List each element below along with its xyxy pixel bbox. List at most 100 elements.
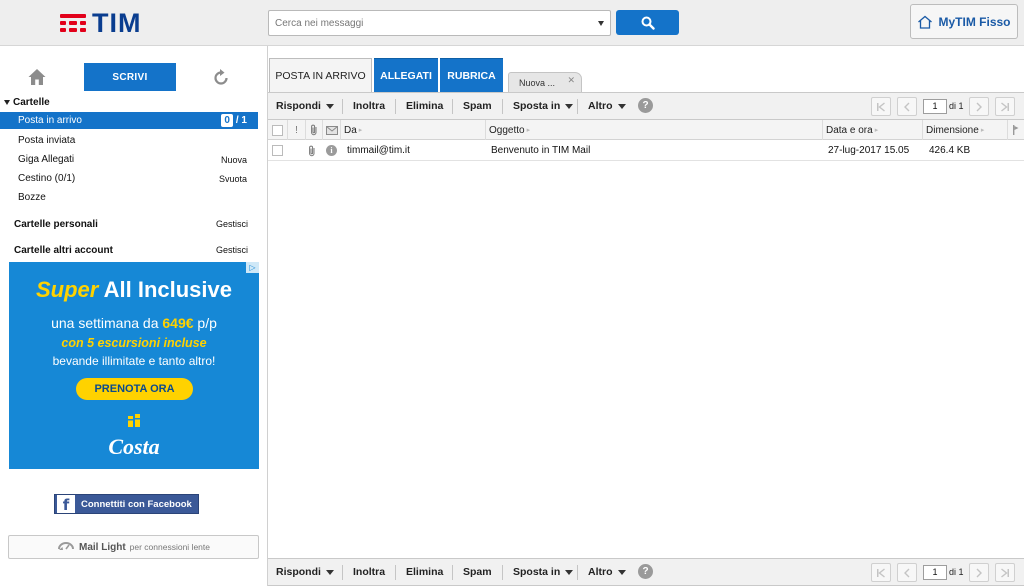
first-page-button[interactable] xyxy=(871,97,891,116)
adchoices-icon[interactable]: ▷ xyxy=(246,262,259,273)
read-status-column[interactable] xyxy=(323,120,341,140)
search-button[interactable] xyxy=(616,10,679,35)
move-to-button[interactable]: Sposta in xyxy=(513,559,574,585)
next-page-button[interactable] xyxy=(969,97,989,116)
personal-folders-label[interactable]: Cartelle personali xyxy=(14,219,98,230)
compose-button[interactable]: SCRIVI xyxy=(84,63,176,91)
spam-button[interactable]: Spam xyxy=(463,559,492,585)
reply-label: Rispondi xyxy=(276,566,321,578)
first-page-icon xyxy=(877,567,885,578)
mytim-fisso-button[interactable]: MyTIM Fisso xyxy=(910,4,1018,39)
forward-button[interactable]: Inoltra xyxy=(353,559,385,585)
previous-page-button[interactable] xyxy=(897,563,917,582)
page-total: di 1 xyxy=(949,567,964,577)
reply-button[interactable]: Rispondi xyxy=(276,93,334,119)
forward-button[interactable]: Inoltra xyxy=(353,93,385,119)
size-column-header[interactable]: Dimensione ▸ xyxy=(923,120,1008,140)
reply-dropdown-caret-icon[interactable] xyxy=(325,103,334,109)
mail-light-button[interactable]: Mail Light per connessioni lente xyxy=(8,535,259,559)
folder-trash[interactable]: Cestino (0/1) Svuota xyxy=(0,170,258,187)
costa-ad-banner[interactable]: ▷ Super All Inclusive una settimana da 6… xyxy=(9,262,259,469)
toolbar-divider xyxy=(452,565,453,580)
more-label: Altro xyxy=(588,100,613,112)
toolbar-divider xyxy=(395,99,396,114)
move-dropdown-caret-icon xyxy=(565,569,574,575)
facebook-connect-label: Connettiti con Facebook xyxy=(81,498,192,510)
search-box[interactable] xyxy=(268,10,611,36)
reply-label: Rispondi xyxy=(276,100,321,112)
info-icon[interactable]: i xyxy=(326,145,337,156)
refresh-icon[interactable] xyxy=(211,68,231,88)
low-speed-icon xyxy=(57,542,74,550)
more-label: Altro xyxy=(588,566,613,578)
reply-button[interactable]: Rispondi xyxy=(276,559,334,585)
attachment-column[interactable] xyxy=(306,120,323,140)
tab-attachments[interactable]: ALLEGATI xyxy=(374,58,438,92)
reply-dropdown-caret-icon[interactable] xyxy=(325,569,334,575)
toolbar-divider xyxy=(502,565,503,580)
close-tab-icon[interactable]: ✕ xyxy=(567,75,575,86)
help-icon[interactable]: ? xyxy=(638,564,653,579)
next-page-button[interactable] xyxy=(969,563,989,582)
facebook-connect-button[interactable]: f Connettiti con Facebook xyxy=(54,494,199,514)
paperclip-icon xyxy=(309,145,315,156)
top-header: TIM MyTIM Fisso xyxy=(0,0,1024,46)
delete-button[interactable]: Elimina xyxy=(406,93,443,119)
folder-drafts[interactable]: Bozze xyxy=(0,189,258,206)
delete-button[interactable]: Elimina xyxy=(406,559,443,585)
more-actions-button[interactable]: Altro xyxy=(588,559,626,585)
page-number-input[interactable]: 1 xyxy=(923,565,947,580)
tim-logo[interactable]: TIM xyxy=(58,8,142,38)
next-page-icon xyxy=(976,102,982,111)
tab-new-message-label: Nuova ... xyxy=(519,77,556,88)
folders-title: Cartelle xyxy=(13,97,50,108)
date-column-header[interactable]: Data e ora ▸ xyxy=(823,120,923,140)
message-date: 27-lug-2017 15.05 xyxy=(828,145,910,156)
priority-column[interactable]: ! xyxy=(288,120,306,140)
folder-sent[interactable]: Posta inviata xyxy=(0,132,258,149)
date-column-label: Data e ora xyxy=(826,124,873,136)
spam-button[interactable]: Spam xyxy=(463,93,492,119)
mail-light-subtitle: per connessioni lente xyxy=(129,542,210,552)
ad-book-now-button[interactable]: PRENOTA ORA xyxy=(76,378,193,400)
unread-count: 0 xyxy=(221,114,233,127)
webmail-app: TIM MyTIM Fisso SCRIVI xyxy=(0,0,1024,586)
home-icon[interactable] xyxy=(27,67,47,87)
folder-inbox[interactable]: Posta in arrivo 0 / 1 xyxy=(0,112,258,129)
move-to-button[interactable]: Sposta in xyxy=(513,93,574,119)
more-actions-button[interactable]: Altro xyxy=(588,93,626,119)
page-total: di 1 xyxy=(949,101,964,111)
folders-section-toggle[interactable]: Cartelle xyxy=(4,97,50,108)
folder-giga-attachments[interactable]: Giga Allegati Nuova xyxy=(0,151,258,168)
message-row[interactable]: i timmail@tim.it Benvenuto in TIM Mail 2… xyxy=(268,140,1024,161)
search-icon xyxy=(641,16,655,30)
tab-inbox[interactable]: POSTA IN ARRIVO xyxy=(269,58,372,93)
manage-other-accounts-link[interactable]: Gestisci xyxy=(216,245,248,256)
toolbar-divider xyxy=(395,565,396,580)
last-page-button[interactable] xyxy=(995,97,1015,116)
manage-personal-folders-link[interactable]: Gestisci xyxy=(216,219,248,230)
from-column-header[interactable]: Da ▸ xyxy=(341,120,486,140)
search-input[interactable] xyxy=(269,11,579,35)
message-size: 426.4 KB xyxy=(929,145,971,156)
other-accounts-label[interactable]: Cartelle altri account xyxy=(14,245,113,256)
previous-page-button[interactable] xyxy=(897,97,917,116)
column-chooser[interactable] xyxy=(1008,120,1024,140)
subject-column-header[interactable]: Oggetto ▸ xyxy=(486,120,823,140)
row-checkbox-cell xyxy=(272,140,284,161)
toolbar-divider xyxy=(577,99,578,114)
sort-arrow-icon: ▸ xyxy=(980,127,985,134)
tab-new-message[interactable]: Nuova ... ✕ xyxy=(508,72,582,92)
select-all-checkbox[interactable] xyxy=(272,124,283,136)
page-number-input[interactable]: 1 xyxy=(923,99,947,114)
message-checkbox[interactable] xyxy=(272,145,283,156)
empty-trash-link[interactable]: Svuota xyxy=(219,174,247,184)
paperclip-icon xyxy=(311,124,317,136)
help-icon[interactable]: ? xyxy=(638,98,653,113)
new-giga-attachment-link[interactable]: Nuova xyxy=(221,155,247,165)
total-count: / 1 xyxy=(235,115,247,126)
last-page-button[interactable] xyxy=(995,563,1015,582)
first-page-button[interactable] xyxy=(871,563,891,582)
tab-contacts[interactable]: RUBRICA xyxy=(440,58,503,92)
search-dropdown-caret-icon[interactable] xyxy=(598,21,604,26)
